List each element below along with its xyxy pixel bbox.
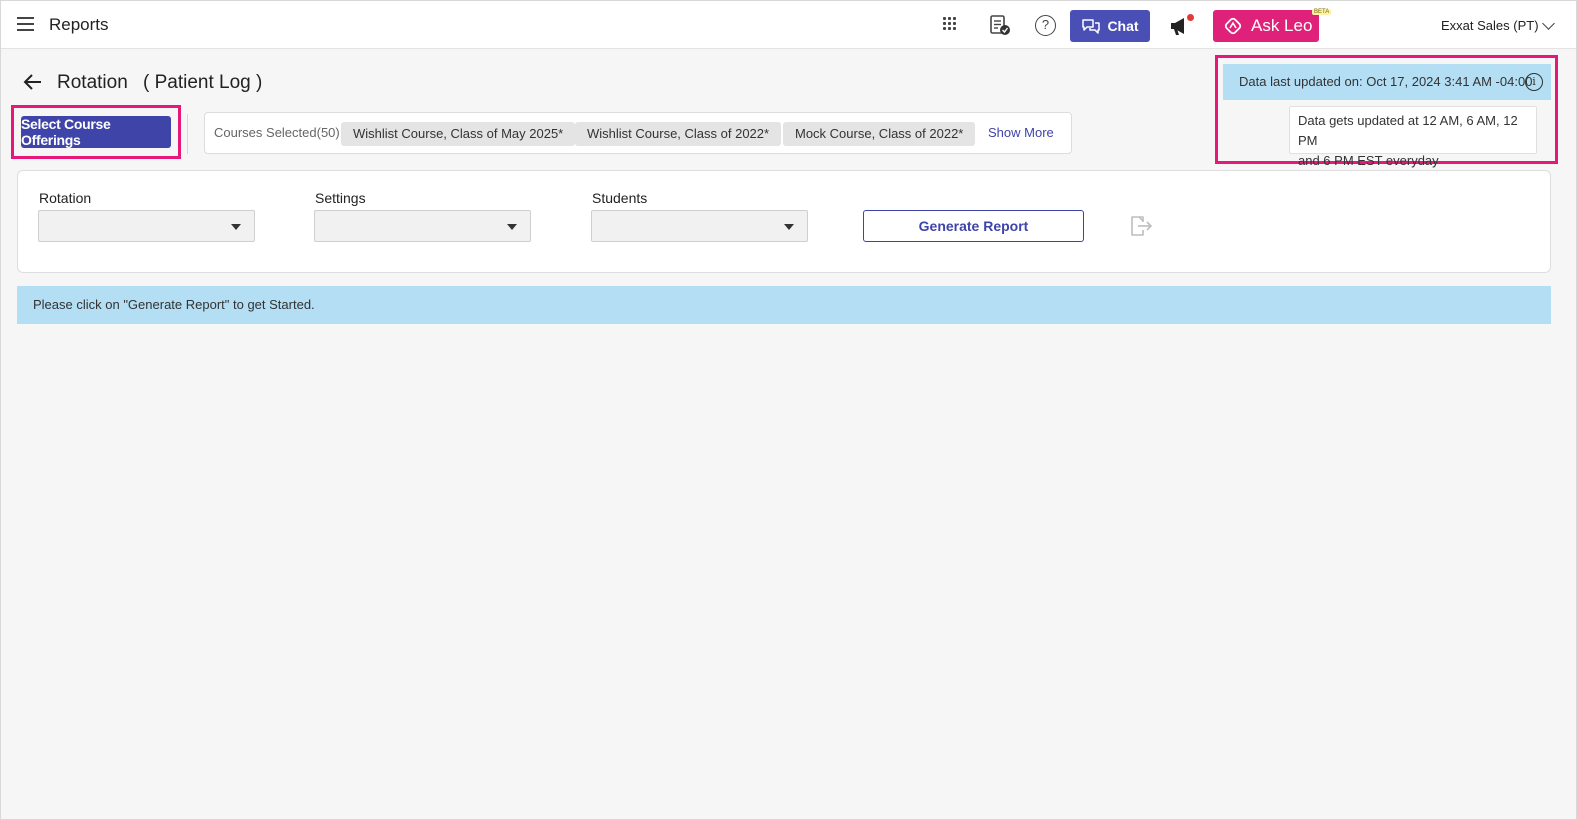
dropdown-caret-icon (507, 224, 517, 230)
course-chip: Wishlist Course, Class of 2022* (575, 122, 782, 146)
leo-logo-icon (1224, 17, 1242, 35)
info-icon[interactable]: i (1525, 73, 1543, 91)
export-icon[interactable] (1128, 214, 1154, 238)
beta-badge: BETA (1312, 9, 1332, 15)
chat-icon (1082, 19, 1101, 34)
schedule-line-1: Data gets updated at 12 AM, 6 AM, 12 PM (1298, 113, 1518, 148)
courses-selected-box: Courses Selected(50): Wishlist Course, C… (204, 112, 1072, 154)
show-more-link[interactable]: Show More (988, 125, 1054, 140)
apps-grid-icon[interactable] (941, 14, 963, 36)
course-chip: Mock Course, Class of 2022* (783, 122, 976, 146)
course-chip: Wishlist Course, Class of May 2025* (341, 122, 576, 146)
dropdown-caret-icon (231, 224, 241, 230)
notification-dot (1187, 14, 1194, 21)
back-arrow-icon[interactable] (23, 72, 43, 92)
ask-leo-button[interactable]: Ask Leo (1213, 10, 1319, 42)
document-check-icon[interactable] (989, 14, 1011, 36)
chat-button[interactable]: Chat (1070, 10, 1150, 42)
top-bar: Reports ? Chat Ask Leo BETA Exxat Sales … (1, 0, 1576, 49)
ask-leo-label: Ask Leo (1251, 16, 1313, 35)
schedule-line-2: and 6 PM EST everyday (1298, 153, 1439, 168)
settings-label: Settings (315, 190, 366, 206)
app-title: Reports (49, 15, 109, 34)
update-schedule-tooltip: Data gets updated at 12 AM, 6 AM, 12 PM … (1289, 106, 1537, 168)
page-subtitle: ( Patient Log ) (143, 72, 263, 93)
page-title: Rotation (57, 72, 128, 93)
help-icon[interactable]: ? (1035, 15, 1056, 36)
data-last-updated: Data last updated on: Oct 17, 2024 3:41 … (1223, 64, 1551, 100)
dropdown-caret-icon (784, 224, 794, 230)
rotation-select[interactable] (38, 210, 255, 242)
chevron-down-icon[interactable] (1542, 17, 1555, 30)
chat-label: Chat (1107, 18, 1139, 34)
students-select[interactable] (591, 210, 808, 242)
select-course-offerings-button[interactable]: Select Course Offerings (21, 116, 171, 148)
courses-selected-label: Courses Selected(50): (214, 125, 344, 140)
divider (187, 114, 188, 154)
get-started-banner: Please click on "Generate Report" to get… (17, 286, 1551, 324)
settings-select[interactable] (314, 210, 531, 242)
rotation-label: Rotation (39, 190, 92, 206)
menu-icon[interactable] (17, 17, 34, 31)
students-label: Students (592, 190, 648, 206)
generate-report-button[interactable]: Generate Report (863, 210, 1084, 242)
account-name[interactable]: Exxat Sales (PT) (1441, 18, 1539, 33)
